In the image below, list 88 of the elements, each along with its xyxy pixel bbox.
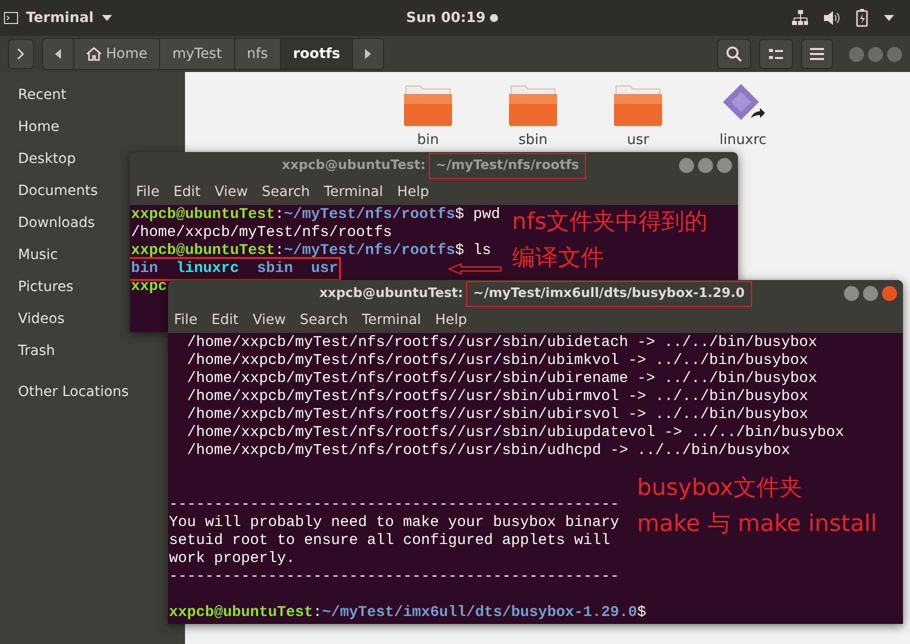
highlighted-output-line: bin linuxrc sbin usr (131, 260, 338, 278)
annotation-text: nfs文件夹中得到的 (512, 208, 708, 237)
network-icon[interactable] (792, 10, 808, 26)
maximize-button[interactable] (698, 158, 713, 173)
app-menu-label: Terminal (26, 8, 94, 28)
path-button[interactable]: myTest (160, 39, 235, 69)
sidebar-item[interactable]: Trash (18, 335, 55, 367)
scroll-left-button[interactable] (43, 39, 74, 69)
path-button[interactable]: rootfs (280, 39, 354, 69)
terminal-line: /home/xxpcb/myTest/nfs/rootfs (131, 224, 392, 242)
menu-item[interactable]: Help (397, 182, 429, 203)
terminal-line: /home/xxpcb/myTest/nfs/rootfs//usr/sbin/ubirsvol -> ../../bin/busybox (186, 406, 808, 424)
search-icon (726, 46, 742, 62)
menu-icon (810, 48, 824, 60)
terminal-line: xxpc (131, 278, 168, 296)
menu-item[interactable]: Search (300, 310, 348, 331)
app-menu[interactable]: Terminal (0, 8, 112, 28)
sidebar-item[interactable]: Other Locations (18, 376, 129, 408)
caret-icon (102, 15, 112, 21)
sidebar-item[interactable]: Downloads (18, 207, 95, 239)
menu-item[interactable]: File (136, 182, 160, 203)
window-title: xxpcb@ubuntuTest: (319, 285, 464, 304)
terminal-icon (4, 12, 18, 24)
sidebar-item[interactable]: Pictures (18, 271, 74, 303)
maximize-button[interactable] (868, 46, 883, 62)
menu-item[interactable]: View (252, 310, 286, 331)
terminal-line: /home/xxpcb/myTest/nfs/rootfs//usr/sbin/ubiupdatevol -> ../../bin/busybox (186, 424, 844, 442)
sidebar-item[interactable]: Recent (18, 79, 66, 111)
maximize-button[interactable] (863, 286, 878, 301)
annotation-text: 编译文件 (512, 244, 605, 273)
window-title-path: ~/myTest/imx6ull/dts/busybox-1.29.0 (466, 281, 752, 307)
left-arrow-icon (55, 49, 61, 59)
terminal-line: /home/xxpcb/myTest/nfs/rootfs//usr/sbin/udhcpd -> ../../bin/busybox (186, 442, 790, 460)
scroll-right-button[interactable] (353, 39, 384, 69)
menu-item[interactable]: Terminal (362, 310, 422, 331)
menu-item[interactable]: Help (435, 310, 467, 331)
minimize-button[interactable] (849, 46, 864, 62)
terminal-line: work properly. (169, 550, 296, 568)
terminal-line: -------------------------------------------------- (169, 568, 620, 586)
minimize-button[interactable] (679, 158, 694, 173)
terminal-line: You will probably need to make your busybox binary (169, 514, 620, 532)
menu-item[interactable]: Edit (211, 310, 239, 331)
annotation-text: make 与 make install (637, 510, 878, 539)
close-button[interactable] (717, 158, 732, 173)
path-button[interactable]: nfs (234, 39, 281, 69)
view-button[interactable] (759, 39, 793, 69)
annotation-text: busybox文件夹 (637, 474, 804, 503)
search-button[interactable] (717, 39, 751, 69)
sidebar-item[interactable]: Videos (18, 303, 65, 335)
menu-button[interactable] (801, 39, 833, 69)
battery-icon[interactable] (856, 9, 868, 27)
terminal-line: /home/xxpcb/myTest/nfs/rootfs//usr/sbin/ubidetach -> ../../bin/busybox (186, 334, 818, 352)
terminal-line: xxpcb@ubuntuTest:~/myTest/nfs/rootfs$ ls (131, 242, 492, 260)
sidebar-item[interactable]: Desktop (18, 143, 76, 175)
notification-dot-icon (490, 14, 498, 22)
sidebar-item[interactable]: Music (18, 239, 58, 271)
volume-icon[interactable] (824, 11, 840, 25)
window-title: xxpcb@ubuntuTest: (282, 157, 426, 176)
home-icon (86, 47, 102, 61)
window-title-path: ~/myTest/nfs/rootfs (428, 153, 586, 179)
terminal-line: /home/xxpcb/myTest/nfs/rootfs//usr/sbin/ubirmvol -> ../../bin/busybox (186, 388, 808, 406)
menu-item[interactable]: Terminal (324, 182, 384, 203)
terminal-line: /home/xxpcb/myTest/nfs/rootfs//usr/sbin/ubirename -> ../../bin/busybox (186, 370, 818, 388)
right-arrow-icon (365, 49, 372, 59)
close-button[interactable] (882, 286, 897, 301)
caret-icon[interactable] (884, 15, 894, 21)
forward-icon (17, 48, 25, 60)
file-name[interactable]: usr (627, 130, 649, 151)
path-button[interactable]: Home (74, 39, 160, 69)
file-name[interactable]: linuxrc (720, 130, 766, 151)
terminal-line: -------------------------------------------------- (169, 496, 620, 514)
menu-item[interactable]: File (174, 310, 198, 331)
forward-button[interactable] (8, 39, 34, 69)
minimize-button[interactable] (844, 286, 859, 301)
terminal-line: setuid root to ensure all configured applets will (169, 532, 610, 550)
terminal-line: xxpcb@ubuntuTest:~/myTest/imx6ull/dts/busybox-1.29.0$ (169, 604, 646, 622)
menu-item[interactable]: Edit (173, 182, 201, 203)
file-name[interactable]: bin (417, 130, 439, 151)
close-button[interactable] (887, 46, 902, 62)
file-name[interactable]: sbin (518, 130, 548, 151)
menu-item[interactable]: View (214, 182, 248, 203)
terminal-line: /home/xxpcb/myTest/nfs/rootfs//usr/sbin/ubimkvol -> ../../bin/busybox (186, 352, 808, 370)
terminal-line: xxpcb@ubuntuTest:~/myTest/nfs/rootfs$ pwd (131, 206, 500, 224)
list-view-icon (768, 47, 784, 61)
menu-item[interactable]: Search (262, 182, 310, 203)
sidebar-item[interactable]: Home (18, 111, 60, 143)
sidebar-item[interactable]: Documents (18, 175, 98, 207)
clock: Sun 00:19 (406, 8, 486, 28)
